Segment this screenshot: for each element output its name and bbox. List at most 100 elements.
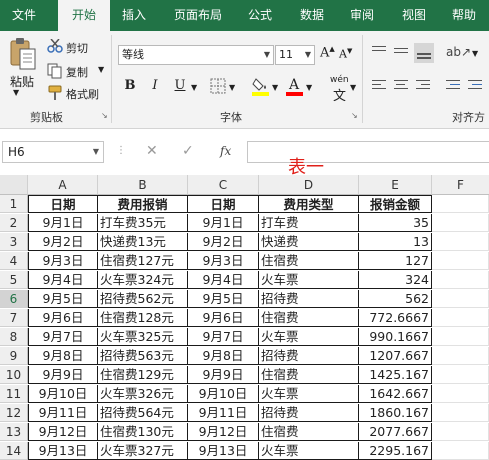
amount-cell[interactable]: 1642.667 [359,385,432,403]
expense-type-cell[interactable]: 招待费 [259,290,359,308]
empty-cell[interactable] [432,404,489,422]
row-header[interactable]: 5 [0,271,28,289]
select-all-corner[interactable] [0,175,28,195]
align-left-icon[interactable] [372,77,390,93]
expense-desc-cell[interactable]: 住宿费129元 [98,366,188,384]
expense-type-cell[interactable]: 招待费 [259,404,359,422]
expense-desc-cell[interactable]: 招待费563元 [98,347,188,365]
expense-desc-cell[interactable]: 火车票325元 [98,328,188,346]
tab-home[interactable]: 开始 [58,0,110,33]
font-size-select[interactable]: 11 ▼ [275,45,315,65]
row-header[interactable]: 4 [0,252,28,270]
empty-cell[interactable] [432,385,489,403]
underline-button[interactable]: U [170,76,190,96]
orientation-icon[interactable]: ab↗ [446,45,471,59]
date-cell[interactable]: 9月3日 [28,252,98,270]
expense-type-cell[interactable]: 打车费 [259,214,359,232]
date-cell[interactable]: 9月12日 [188,423,259,441]
align-right-icon[interactable] [416,77,434,93]
expense-type-cell[interactable]: 火车票 [259,385,359,403]
date-cell[interactable]: 9月8日 [188,347,259,365]
date-cell[interactable]: 9月8日 [28,347,98,365]
column-header-f[interactable]: F [432,175,489,195]
date-cell[interactable]: 9月13日 [28,442,98,460]
column-header-c[interactable]: C [188,175,259,195]
column-header-d[interactable]: D [259,175,359,195]
empty-cell[interactable] [432,252,489,270]
enter-check-icon[interactable]: ✓ [182,143,194,159]
orientation-dropdown-icon[interactable]: ▼ [472,49,478,58]
date-cell[interactable]: 9月2日 [188,233,259,251]
font-color-dropdown-icon[interactable]: ▼ [306,83,312,92]
tab-data[interactable]: 数据 [292,0,332,31]
row-header[interactable]: 14 [0,442,28,460]
name-box[interactable]: H6 ▼ [2,141,104,163]
date-cell[interactable]: 9月1日 [188,214,259,232]
date-cell[interactable]: 9月11日 [188,404,259,422]
date-cell[interactable]: 9月1日 [28,214,98,232]
amount-cell[interactable]: 772.6667 [359,309,432,327]
empty-cell[interactable] [432,214,489,232]
italic-button[interactable]: I [145,76,165,96]
row-header[interactable]: 9 [0,347,28,365]
amount-cell[interactable]: 1425.167 [359,366,432,384]
amount-cell[interactable]: 990.1667 [359,328,432,346]
date-cell[interactable]: 9月3日 [188,252,259,270]
row-header[interactable]: 10 [0,366,28,384]
row-header[interactable]: 3 [0,233,28,251]
empty-cell[interactable] [432,347,489,365]
amount-cell[interactable]: 127 [359,252,432,270]
date-cell[interactable]: 9月10日 [188,385,259,403]
date-cell[interactable]: 9月2日 [28,233,98,251]
row-header[interactable]: 11 [0,385,28,403]
format-painter-button[interactable]: 格式刷 [66,86,99,102]
fill-color-icon[interactable] [252,76,270,96]
date-cell[interactable]: 9月9日 [28,366,98,384]
expense-desc-cell[interactable]: 火车票327元 [98,442,188,460]
expense-desc-cell[interactable]: 火车票324元 [98,271,188,289]
clipboard-launcher-icon[interactable]: ↘ [101,111,108,120]
empty-cell[interactable] [432,442,489,460]
row-header[interactable]: 2 [0,214,28,232]
empty-cell[interactable] [432,290,489,308]
empty-cell[interactable] [432,423,489,441]
table-header-cell[interactable]: 报销金额 [359,195,432,213]
date-cell[interactable]: 9月7日 [188,328,259,346]
date-cell[interactable]: 9月12日 [28,423,98,441]
paste-dropdown-icon[interactable]: ▼ [13,88,19,97]
row-header[interactable]: 6 [0,290,28,308]
row-header[interactable]: 13 [0,423,28,441]
expense-desc-cell[interactable]: 快递费13元 [98,233,188,251]
borders-dropdown-icon[interactable]: ▼ [229,83,235,92]
paste-icon[interactable] [8,37,38,71]
date-cell[interactable]: 9月5日 [188,290,259,308]
date-cell[interactable]: 9月13日 [188,442,259,460]
expense-desc-cell[interactable]: 打车费35元 [98,214,188,232]
expense-type-cell[interactable]: 住宿费 [259,366,359,384]
cancel-icon[interactable]: ✕ [146,143,158,159]
increase-font-icon[interactable]: A▲ [320,45,335,60]
date-cell[interactable]: 9月7日 [28,328,98,346]
increase-indent-icon[interactable] [468,77,486,93]
date-cell[interactable]: 9月4日 [28,271,98,289]
amount-cell[interactable]: 1860.167 [359,404,432,422]
row-header[interactable]: 12 [0,404,28,422]
expense-desc-cell[interactable]: 招待费562元 [98,290,188,308]
copy-button[interactable]: 复制 [66,64,88,80]
expense-type-cell[interactable]: 火车票 [259,328,359,346]
expense-type-cell[interactable]: 招待费 [259,347,359,365]
tab-page-layout[interactable]: 页面布局 [166,0,230,31]
row-header[interactable]: 8 [0,328,28,346]
font-launcher-icon[interactable]: ↘ [351,111,358,120]
underline-dropdown-icon[interactable]: ▼ [191,83,197,92]
align-bottom-icon[interactable] [414,43,434,63]
decrease-font-icon[interactable]: A▼ [339,47,352,61]
font-color-icon[interactable]: A [286,76,304,96]
amount-cell[interactable]: 1207.667 [359,347,432,365]
row-header[interactable]: 1 [0,195,28,213]
expense-desc-cell[interactable]: 住宿费130元 [98,423,188,441]
bold-button[interactable]: B [120,76,140,96]
formula-input[interactable] [247,141,489,163]
expense-type-cell[interactable]: 快递费 [259,233,359,251]
amount-cell[interactable]: 35 [359,214,432,232]
